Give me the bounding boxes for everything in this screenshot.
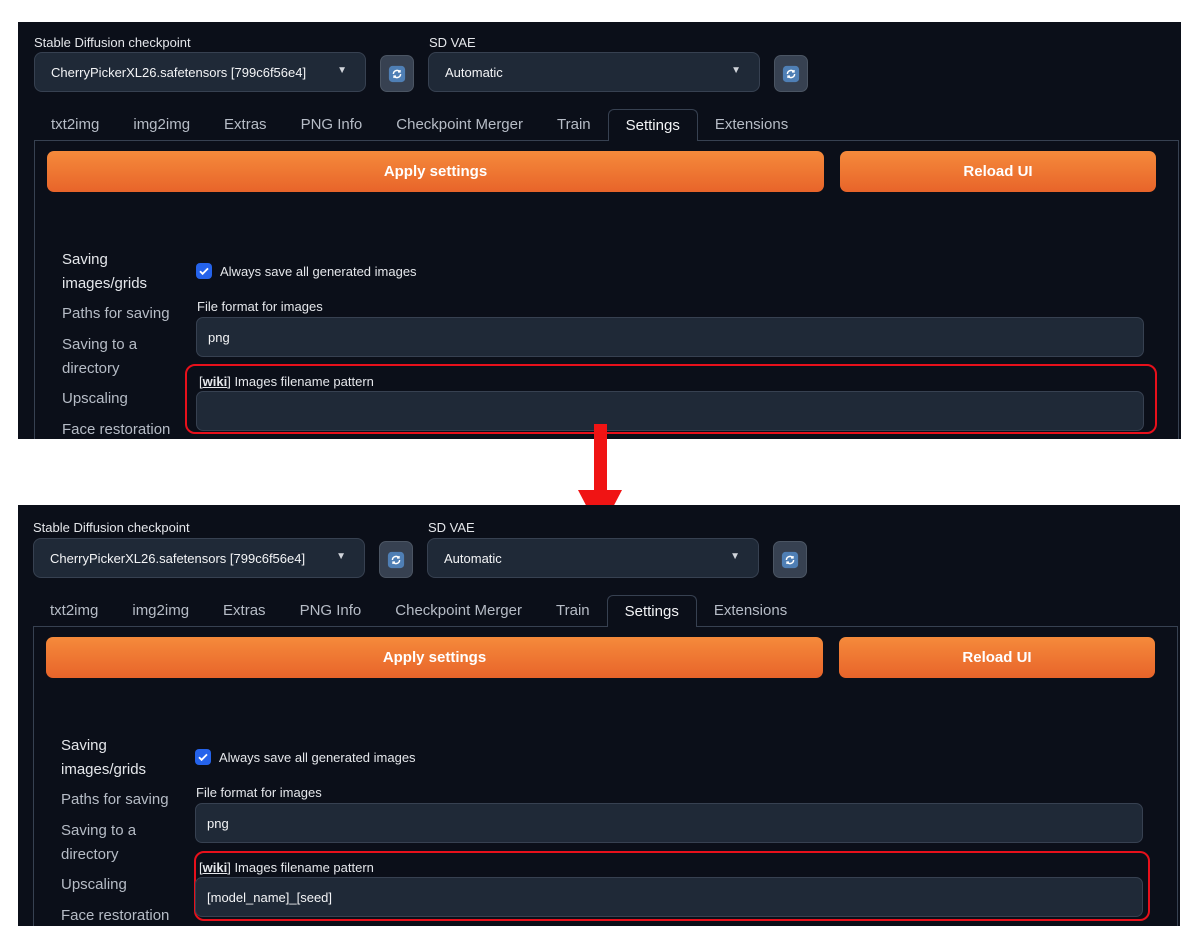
tab-train[interactable]: Train xyxy=(539,595,607,627)
tab-train[interactable]: Train xyxy=(540,109,608,141)
checkpoint-dropdown[interactable]: CherryPickerXL26.safetensors [799c6f56e4… xyxy=(33,538,365,578)
vae-refresh-button[interactable] xyxy=(773,541,807,578)
tab-img2img[interactable]: img2img xyxy=(116,109,207,141)
tab-png-info[interactable]: PNG Info xyxy=(283,595,379,627)
file-format-value: png xyxy=(208,329,230,345)
always-save-label: Always save all generated images xyxy=(219,749,416,765)
refresh-icon xyxy=(387,551,405,568)
sidebar-item-saving-to-directory[interactable]: Saving to a directory xyxy=(61,819,161,867)
vae-label: SD VAE xyxy=(429,35,476,50)
always-save-row: Always save all generated images xyxy=(196,263,417,279)
apply-settings-button[interactable]: Apply settings xyxy=(47,151,824,192)
tab-extras[interactable]: Extras xyxy=(207,109,284,141)
tab-extras[interactable]: Extras xyxy=(206,595,283,627)
file-format-value: png xyxy=(207,815,229,831)
vae-dropdown[interactable]: Automatic ▼ xyxy=(427,538,759,578)
tab-checkpoint-merger[interactable]: Checkpoint Merger xyxy=(378,595,539,627)
tab-txt2img[interactable]: txt2img xyxy=(34,109,116,141)
refresh-icon xyxy=(388,65,406,82)
vae-value: Automatic xyxy=(444,550,502,566)
checkmark-icon xyxy=(198,753,208,762)
vae-dropdown[interactable]: Automatic ▼ xyxy=(428,52,760,92)
filename-pattern-label: [wiki] Images filename pattern xyxy=(199,374,374,389)
reload-ui-button[interactable]: Reload UI xyxy=(839,637,1155,678)
checkpoint-refresh-button[interactable] xyxy=(380,55,414,92)
sidebar-item-face-restoration[interactable]: Face restoration xyxy=(62,418,170,439)
sidebar-item-upscaling[interactable]: Upscaling xyxy=(61,873,127,897)
file-format-input[interactable]: png xyxy=(195,803,1143,843)
checkmark-icon xyxy=(199,267,209,276)
file-format-label: File format for images xyxy=(197,299,323,314)
vae-refresh-button[interactable] xyxy=(774,55,808,92)
always-save-checkbox[interactable] xyxy=(195,749,211,765)
reload-ui-button[interactable]: Reload UI xyxy=(840,151,1156,192)
checkpoint-dropdown[interactable]: CherryPickerXL26.safetensors [799c6f56e4… xyxy=(34,52,366,92)
tab-settings[interactable]: Settings xyxy=(607,109,698,141)
webui-panel-after: Stable Diffusion checkpoint CherryPicker… xyxy=(18,505,1180,926)
checkpoint-value: CherryPickerXL26.safetensors [799c6f56e4… xyxy=(50,550,306,566)
file-format-label: File format for images xyxy=(196,785,322,800)
sidebar-item-saving-to-directory[interactable]: Saving to a directory xyxy=(62,333,162,381)
always-save-checkbox[interactable] xyxy=(196,263,212,279)
always-save-row: Always save all generated images xyxy=(195,749,416,765)
tab-txt2img[interactable]: txt2img xyxy=(33,595,115,627)
filename-pattern-input[interactable] xyxy=(196,391,1144,431)
tab-img2img[interactable]: img2img xyxy=(115,595,206,627)
always-save-label: Always save all generated images xyxy=(220,263,417,279)
sidebar-item-face-restoration[interactable]: Face restoration xyxy=(61,904,169,926)
webui-panel-before: Stable Diffusion checkpoint CherryPicker… xyxy=(18,22,1181,439)
sidebar-item-upscaling[interactable]: Upscaling xyxy=(62,387,128,411)
tab-png-info[interactable]: PNG Info xyxy=(284,109,380,141)
tab-extensions[interactable]: Extensions xyxy=(697,595,804,627)
tab-extensions[interactable]: Extensions xyxy=(698,109,805,141)
filename-pattern-label: [wiki] Images filename pattern xyxy=(199,860,374,875)
chevron-down-icon: ▼ xyxy=(337,65,347,76)
filename-pattern-input[interactable]: [model_name]_[seed] xyxy=(195,877,1143,917)
checkpoint-label: Stable Diffusion checkpoint xyxy=(34,35,191,50)
checkpoint-refresh-button[interactable] xyxy=(379,541,413,578)
tab-bar: txt2img img2img Extras PNG Info Checkpoi… xyxy=(33,595,804,627)
checkpoint-label: Stable Diffusion checkpoint xyxy=(33,520,190,535)
file-format-input[interactable]: png xyxy=(196,317,1144,357)
wiki-link[interactable]: wiki xyxy=(203,374,228,389)
refresh-icon xyxy=(781,551,799,568)
wiki-link[interactable]: wiki xyxy=(203,860,228,875)
tab-bar: txt2img img2img Extras PNG Info Checkpoi… xyxy=(34,109,805,141)
sidebar-item-paths-for-saving[interactable]: Paths for saving xyxy=(61,788,169,812)
vae-label: SD VAE xyxy=(428,520,475,535)
refresh-icon xyxy=(782,65,800,82)
sidebar-item-saving-images-grids[interactable]: Saving images/grids xyxy=(62,248,172,296)
sidebar-item-saving-images-grids[interactable]: Saving images/grids xyxy=(61,734,171,782)
tab-settings[interactable]: Settings xyxy=(606,595,697,627)
sidebar-item-paths-for-saving[interactable]: Paths for saving xyxy=(62,302,170,326)
chevron-down-icon: ▼ xyxy=(730,551,740,562)
chevron-down-icon: ▼ xyxy=(336,551,346,562)
checkpoint-value: CherryPickerXL26.safetensors [799c6f56e4… xyxy=(51,64,307,80)
filename-pattern-value: [model_name]_[seed] xyxy=(207,889,333,905)
apply-settings-button[interactable]: Apply settings xyxy=(46,637,823,678)
vae-value: Automatic xyxy=(445,64,503,80)
chevron-down-icon: ▼ xyxy=(731,65,741,76)
tab-checkpoint-merger[interactable]: Checkpoint Merger xyxy=(379,109,540,141)
